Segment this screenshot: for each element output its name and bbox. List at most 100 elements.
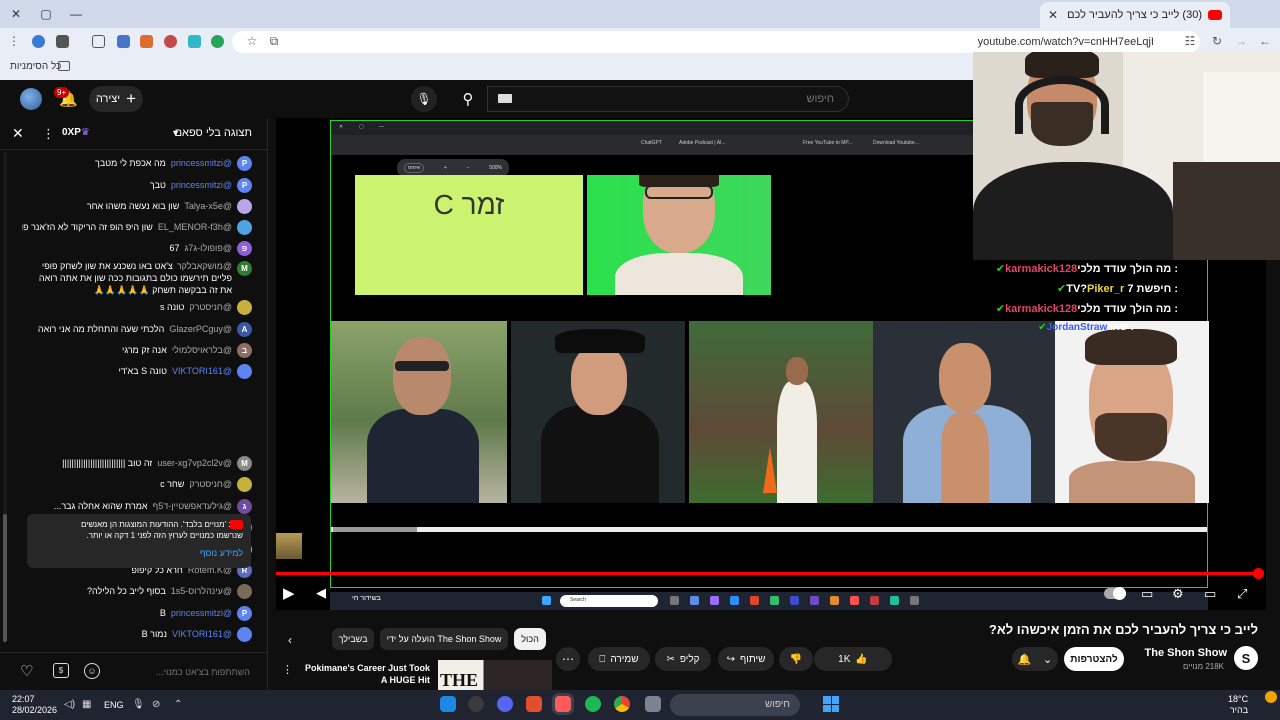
extension-icon[interactable] [164,35,177,48]
channel-avatar[interactable]: S [1234,646,1258,670]
voice-search-mic-icon[interactable]: 🎙 [411,86,437,112]
settings-app-icon[interactable] [468,696,484,712]
chat-author-name[interactable]: @מושקאבלקר [177,261,232,271]
search-icon[interactable]: ⚲ [450,86,486,112]
chat-author-avatar[interactable] [237,477,252,492]
chat-author-name[interactable]: @עינהלרוס-1s5 [171,586,232,597]
fullscreen-icon[interactable]: ⤢ [1237,586,1247,602]
progress-scrubber[interactable] [1253,568,1265,579]
chat-author-name[interactable]: @בלראויסלמולי [172,345,232,356]
play-icon[interactable]: ▶ [283,584,295,602]
clock[interactable]: 22:07 28/02/2026 [12,694,57,716]
close-window-icon[interactable]: ✕ [0,0,32,28]
chip-all[interactable]: הכול [514,628,546,650]
discord-app-icon[interactable] [497,696,513,712]
chat-author-avatar[interactable]: M [237,456,252,471]
chat-message-input[interactable] [108,661,250,683]
chevron-down-icon[interactable]: ▼ [171,128,180,138]
more-actions-icon[interactable]: ⋯ [556,647,580,671]
back-icon[interactable]: ← [1257,34,1273,50]
chat-author-name[interactable]: @פופולו-ג7ג [184,243,232,254]
heart-icon[interactable]: ♡ [20,662,33,680]
chat-author-name[interactable]: @חניסטרק [189,479,232,490]
extension-icon[interactable] [56,35,69,48]
chat-author-avatar[interactable]: A [237,322,252,337]
spotify-app-icon[interactable] [585,696,601,712]
extensions-puzzle-icon[interactable] [92,35,105,48]
chat-author-avatar[interactable] [237,300,252,315]
chat-author-avatar[interactable] [237,364,252,379]
recommended-video-menu-icon[interactable]: ⋮ [282,663,293,676]
app-icon[interactable] [555,696,571,712]
chat-author-avatar[interactable]: ב [237,343,252,358]
subtitles-icon[interactable]: ▭ [1141,586,1153,602]
install-app-icon[interactable]: ⧉ [266,34,282,50]
url-text[interactable]: youtube.com/watch?v=cnHH7eeLqjI [978,36,1154,48]
chat-author-name[interactable]: @VIKTORI161 [172,629,232,640]
extension-icon[interactable] [117,35,130,48]
chat-author-name[interactable]: @VIKTORI161 [172,366,232,377]
channel-name[interactable]: The Shon Show [1145,647,1228,659]
chat-author-avatar[interactable]: M [237,261,252,276]
chat-more-icon[interactable]: ⋮ [42,126,55,142]
close-tab-icon[interactable]: ✕ [1048,8,1058,22]
volume-icon[interactable]: ◀ [316,585,326,601]
taskbar-search[interactable]: חיפוש [670,694,800,716]
chat-author-avatar[interactable] [237,199,252,214]
chevron-up-icon[interactable]: ⌃ [174,699,182,710]
microphone-tray-icon[interactable]: 🎙 [132,699,145,710]
language-indicator[interactable]: ENG [104,700,124,710]
site-settings-icon[interactable]: ☷ [1182,34,1198,50]
chat-author-name[interactable]: @princessmitzi [171,158,232,169]
share-button[interactable]: שיתוף ↪ [718,647,774,671]
omnibox[interactable]: youtube.com/watch?v=cnHH7eeLqjI [232,31,1200,53]
chevron-left-icon[interactable]: ‹ [288,633,292,647]
extension-icon[interactable] [140,35,153,48]
chat-author-name[interactable]: @חניסטרק [189,302,232,313]
chrome-app-icon[interactable] [614,696,630,712]
chat-author-name[interactable]: @user-xg7vp2cl2v [157,458,232,469]
subscribe-button[interactable]: להצטרפות [1064,647,1124,671]
autoplay-toggle[interactable] [1104,587,1126,600]
chat-author-name[interactable]: @princessmitzi [171,180,232,191]
steam-app-icon[interactable] [440,696,456,712]
recommended-video-title[interactable]: Pokimane's Career Just Took A HUGE Hit [298,662,430,686]
chat-author-avatar[interactable]: ג [237,499,252,514]
chat-author-name[interactable]: @princessmitzi [171,608,232,619]
windows-start-icon[interactable] [823,696,839,712]
chip-uploaded-by[interactable]: הועלה על ידי The Shon Show [380,628,508,650]
notification-settings-button[interactable]: 🔔 ⌄ [1012,647,1058,671]
muted-tray-icon[interactable]: ⊘ [152,699,160,710]
super-chat-icon[interactable]: $ [53,663,69,678]
maximize-window-icon[interactable]: ▢ [30,0,62,28]
browser-tab[interactable]: (30) לייב כי צריך להעביר לכם את ✕ [1040,2,1230,28]
minimize-window-icon[interactable]: — [60,0,92,28]
all-bookmarks-link[interactable]: כל הסימניות [10,61,61,72]
extension-icon[interactable] [188,35,201,48]
chat-author-avatar[interactable]: P [237,606,252,621]
create-button[interactable]: יצירה + [89,86,143,112]
chat-mode-selector[interactable]: תצוגה בלי ספאם [175,127,252,139]
emoji-icon[interactable]: ☺ [84,663,100,679]
dislike-button[interactable]: 👎 [779,647,813,671]
chat-author-avatar[interactable]: P [237,178,252,193]
volume-tray-icon[interactable]: ◁) [64,699,75,710]
recommended-video-thumbnail[interactable]: THE [438,660,552,690]
weather-widget[interactable]: 18°C בהיר [1228,694,1248,716]
file-explorer-icon[interactable] [645,696,661,712]
clip-button[interactable]: קליפ ✂ [655,647,711,671]
chat-author-name[interactable]: @גילעדאפשטיין-ד5ף [153,501,232,512]
chip-for-you[interactable]: בשבילך [332,628,374,650]
chat-author-name[interactable]: @EL_MENOR-f3h [158,222,232,233]
browser-menu-icon[interactable]: ⋮ [6,34,22,50]
theater-mode-icon[interactable]: ▭ [1204,586,1216,602]
chat-author-avatar[interactable]: P [237,156,252,171]
chat-author-name[interactable]: @Talya-x5e [184,201,232,212]
reload-icon[interactable]: ↻ [1209,34,1225,50]
save-button[interactable]: שמירה ⎕ [588,647,650,671]
settings-gear-icon[interactable]: ⚙ [1172,586,1184,602]
network-tray-icon[interactable]: ▦ [82,699,91,710]
close-chat-icon[interactable]: ✕ [12,125,24,142]
chat-author-avatar[interactable]: פ [237,241,252,256]
xp-badge[interactable]: 0XP♛ [62,127,90,138]
